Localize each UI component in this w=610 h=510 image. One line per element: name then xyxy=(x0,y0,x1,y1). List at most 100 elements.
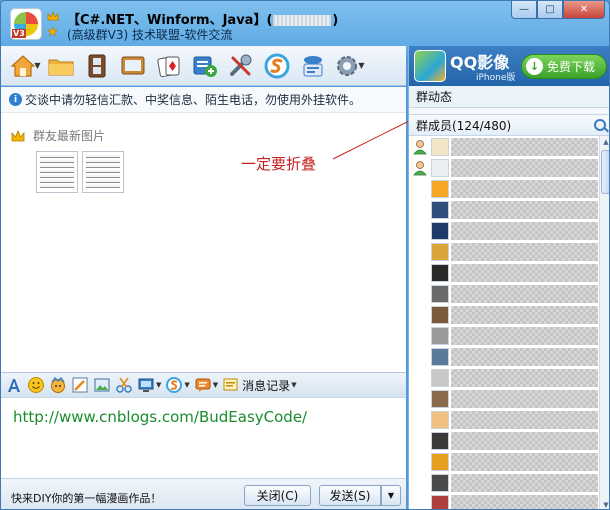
promo-link[interactable]: 快来DIY你的第一幅漫画作品！ xyxy=(11,490,161,506)
member-list-scrollbar[interactable]: ▲ ▼ xyxy=(599,136,609,509)
group-avatar[interactable]: V3 xyxy=(10,8,42,40)
member-item[interactable] xyxy=(409,137,599,157)
font-button[interactable] xyxy=(5,374,23,396)
member-avatar xyxy=(431,453,449,471)
close-window-button[interactable]: ✕ xyxy=(563,1,605,19)
member-item[interactable] xyxy=(409,179,599,199)
message-input[interactable]: http://www.cnblogs.com/BudEasyCode/ xyxy=(1,398,406,478)
tools-icon xyxy=(230,54,252,76)
member-item[interactable] xyxy=(409,242,599,262)
blurred-member-name xyxy=(451,285,598,303)
member-item[interactable] xyxy=(409,263,599,283)
tools-button[interactable] xyxy=(223,50,259,82)
image-thumbnail[interactable] xyxy=(82,151,124,193)
film-icon xyxy=(88,54,106,77)
member-item[interactable] xyxy=(409,326,599,346)
member-item[interactable] xyxy=(409,452,599,472)
image-thumbnail[interactable] xyxy=(36,151,78,193)
group-dynamics-header[interactable]: 群动态 xyxy=(409,86,609,108)
free-download-button[interactable]: ↓ 免费下载 xyxy=(521,54,607,79)
group-level-badge: V3 xyxy=(12,29,26,38)
blurred-member-name xyxy=(451,159,598,177)
thumbnail-content xyxy=(86,155,120,189)
voice-button[interactable]: ▼ xyxy=(194,374,218,396)
emoji-button[interactable] xyxy=(27,374,45,396)
send-button[interactable]: 发送(S) xyxy=(319,485,381,506)
security-notice: i 交谈中请勿轻信汇款、中奖信息、陌生电话，勿使用外挂软件。 xyxy=(1,87,406,113)
settings-button[interactable]: ▼ xyxy=(331,50,367,82)
search-icon[interactable] xyxy=(594,119,606,131)
soso-button[interactable]: ▼ xyxy=(165,374,190,396)
scrollbar-thumb[interactable] xyxy=(601,150,609,194)
member-item[interactable] xyxy=(409,200,599,220)
scroll-up-arrow-icon[interactable]: ▲ xyxy=(600,136,609,148)
pencil-icon xyxy=(72,377,88,393)
chevron-down-icon: ▼ xyxy=(34,61,41,70)
blurred-member-name xyxy=(451,138,598,156)
monitor-icon xyxy=(138,378,154,392)
album-button[interactable] xyxy=(79,50,115,82)
chevron-down-icon: ▼ xyxy=(291,381,297,389)
member-item[interactable] xyxy=(409,410,599,430)
blurred-member-name xyxy=(451,201,598,219)
member-item[interactable] xyxy=(409,389,599,409)
free-download-label: 免费下载 xyxy=(547,60,596,74)
send-options-button[interactable]: ▼ xyxy=(381,485,401,506)
media-button[interactable] xyxy=(115,50,151,82)
group-title-suffix: ) xyxy=(332,13,339,28)
chevron-down-icon: ▼ xyxy=(358,61,365,70)
share-button[interactable] xyxy=(259,50,295,82)
font-icon xyxy=(8,379,20,392)
screen-share-button[interactable]: ▼ xyxy=(137,374,161,396)
maximize-button[interactable]: □ xyxy=(537,1,563,19)
member-item[interactable] xyxy=(409,158,599,178)
gear-icon xyxy=(337,55,358,76)
chevron-down-icon: ▼ xyxy=(156,381,162,389)
member-avatar xyxy=(431,390,449,408)
member-item[interactable] xyxy=(409,494,599,509)
profile-button[interactable] xyxy=(295,50,331,82)
screenshot-button[interactable] xyxy=(115,374,133,396)
member-avatar xyxy=(431,327,449,345)
magic-face-button[interactable] xyxy=(49,374,67,396)
member-avatar xyxy=(431,222,449,240)
add-icon xyxy=(193,56,217,77)
blurred-member-name xyxy=(451,180,598,198)
add-app-button[interactable] xyxy=(187,50,223,82)
group-members-header: 群成员(124/480) xyxy=(409,114,609,136)
member-item[interactable] xyxy=(409,284,599,304)
chevron-down-icon: ▼ xyxy=(212,381,219,389)
message-history-button[interactable]: 消息记录 ▼ xyxy=(222,374,297,396)
security-notice-text: 交谈中请勿轻信汇款、中奖信息、陌生电话，勿使用外挂软件。 xyxy=(25,93,362,107)
blurred-member-name xyxy=(451,348,598,366)
member-avatar xyxy=(431,369,449,387)
qq-image-logo-icon xyxy=(414,50,446,82)
scissors-icon xyxy=(116,377,132,393)
qq-image-ad[interactable]: QQ影像 iPhone版 ↓ 免费下载 xyxy=(409,46,609,86)
game-button[interactable] xyxy=(151,50,187,82)
card-icon xyxy=(303,55,323,76)
member-list[interactable]: ▲ ▼ xyxy=(409,136,609,509)
blurred-member-name xyxy=(451,390,598,408)
thumbnail-content xyxy=(40,155,74,189)
ad-subtitle: iPhone版 xyxy=(476,73,516,83)
member-item[interactable] xyxy=(409,221,599,241)
minimize-button[interactable]: — xyxy=(511,1,537,19)
close-button[interactable]: 关闭(C) xyxy=(244,485,311,506)
board-icon xyxy=(121,56,145,74)
chat-history[interactable]: 群友最新图片 一定要折叠 xyxy=(1,113,406,372)
image-button[interactable] xyxy=(93,374,111,396)
blurred-member-name xyxy=(451,495,598,509)
member-item[interactable] xyxy=(409,305,599,325)
latest-images-label: 群友最新图片 xyxy=(33,129,106,143)
scroll-down-arrow-icon[interactable]: ▼ xyxy=(600,499,609,509)
member-item[interactable] xyxy=(409,368,599,388)
download-icon: ↓ xyxy=(526,58,543,75)
member-item[interactable] xyxy=(409,431,599,451)
shared-files-button[interactable] xyxy=(43,50,79,82)
doodle-button[interactable] xyxy=(71,374,89,396)
main-toolbar: ▼ ▼ xyxy=(1,46,406,86)
home-button[interactable]: ▼ xyxy=(7,50,43,82)
member-item[interactable] xyxy=(409,473,599,493)
member-item[interactable] xyxy=(409,347,599,367)
